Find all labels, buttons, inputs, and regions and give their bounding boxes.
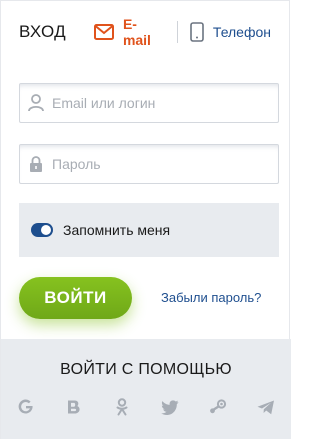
- tab-email-label: E-mail: [122, 16, 151, 48]
- toggle-knob: [41, 225, 51, 235]
- steam-icon[interactable]: [203, 395, 233, 419]
- remember-me-row: Запомнить меня: [19, 203, 279, 257]
- password-input[interactable]: [52, 145, 272, 183]
- tab-phone[interactable]: Телефон: [190, 22, 271, 42]
- phone-icon: [190, 22, 204, 42]
- user-icon: [20, 94, 52, 112]
- password-field[interactable]: [19, 144, 279, 184]
- forgot-password-link[interactable]: Забыли пароль?: [161, 290, 261, 305]
- tab-divider: [176, 21, 178, 43]
- social-login-title: ВОЙТИ С ПОМОЩЬЮ: [60, 361, 232, 378]
- vk-icon[interactable]: [59, 395, 89, 419]
- lock-icon: [20, 155, 52, 173]
- remember-me-label: Запомнить меня: [63, 222, 171, 238]
- google-icon[interactable]: [11, 395, 41, 419]
- tab-email[interactable]: E-mail: [93, 16, 165, 48]
- telegram-icon[interactable]: [251, 395, 281, 419]
- twitter-icon[interactable]: [155, 395, 185, 419]
- login-header: ВХОД E-mail Телефон: [19, 16, 271, 48]
- envelope-icon: [93, 24, 114, 40]
- login-input[interactable]: [52, 84, 272, 122]
- odnoklassniki-icon[interactable]: [107, 395, 137, 419]
- login-panel: ВХОД E-mail Телефон Email или логин Запо…: [0, 0, 291, 439]
- login-button[interactable]: ВОЙТИ: [19, 277, 132, 319]
- social-login-section: ВОЙТИ С ПОМОЩЬЮ: [1, 339, 291, 439]
- remember-me-toggle[interactable]: [31, 223, 53, 237]
- login-field[interactable]: [19, 83, 279, 123]
- social-icons-row: [11, 395, 281, 419]
- page-title: ВХОД: [19, 22, 66, 41]
- tab-phone-label: Телефон: [212, 24, 271, 40]
